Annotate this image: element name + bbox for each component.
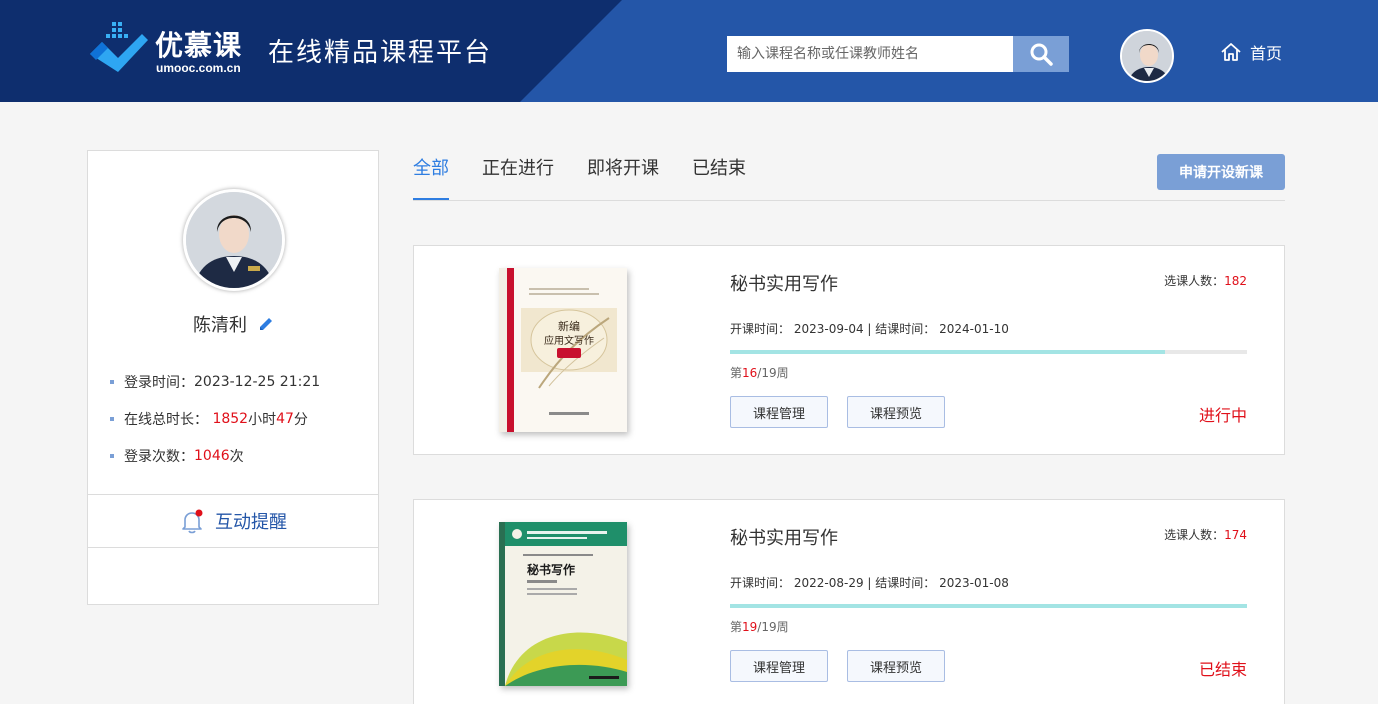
course-filter-tabs: 全部 正在进行 即将开课 已结束 — [413, 154, 779, 201]
minutes-unit: 分 — [293, 411, 308, 428]
user-portrait-icon — [1122, 31, 1172, 81]
online-duration-row: 在线总时长： 1852 小时 47 分 — [110, 400, 320, 437]
interaction-reminder-label: 互动提醒 — [215, 512, 287, 533]
course-title[interactable]: 秘书实用写作 — [730, 524, 838, 550]
bullet-icon — [110, 379, 114, 384]
end-date: 2023-01-08 — [939, 576, 1009, 590]
book-cover-icon: 秘书写作 — [499, 522, 627, 686]
course-week: 第19/19周 — [730, 620, 789, 634]
umooc-logo-icon[interactable] — [88, 20, 148, 80]
tab-in-progress[interactable]: 正在进行 — [482, 154, 554, 201]
bullet-icon — [110, 453, 114, 458]
top-header: 优慕课 umooc.com.cn 在线精品课程平台 首页 — [0, 0, 1378, 102]
tab-all[interactable]: 全部 — [413, 154, 449, 201]
edit-profile-button[interactable] — [257, 315, 275, 333]
course-progress-fill — [730, 350, 1166, 354]
enrollment-count: 选课人数：182 — [1164, 274, 1247, 288]
course-card: 新编 应用文写作 秘书实用写作 选课人数：182 开课时间： 2023-09-0… — [413, 245, 1285, 455]
divider — [88, 547, 378, 548]
course-dates: 开课时间： 2022-08-29 | 结课时间： 2023-01-08 — [730, 576, 1009, 590]
course-week: 第16/19周 — [730, 366, 789, 380]
online-hours: 1852 — [212, 410, 249, 427]
cover-title-text: 秘书写作 — [527, 562, 575, 577]
home-icon — [1221, 43, 1241, 61]
course-card: 秘书写作 秘书实用写作 选课人数：174 开课时间： 2022-08-29 | … — [413, 499, 1285, 704]
course-cover-image[interactable]: 新编 应用文写作 — [499, 268, 627, 432]
course-preview-button[interactable]: 课程预览 — [847, 396, 945, 428]
profile-name: 陈清利 — [193, 315, 247, 336]
login-count-label: 登录次数： — [124, 448, 194, 465]
course-cover-image[interactable]: 秘书写作 — [499, 522, 627, 686]
book-cover-icon: 新编 应用文写作 — [499, 268, 627, 432]
course-progress-bar — [730, 604, 1247, 608]
course-search-input[interactable] — [727, 36, 1013, 72]
user-portrait-icon — [186, 192, 282, 288]
login-time-row: 登录时间： 2023-12-25 21:21 — [110, 363, 320, 400]
header-user-avatar[interactable] — [1120, 29, 1174, 83]
profile-card: 陈清利 登录时间： 2023-12-25 21:21 在线总时长： 1852 小… — [87, 150, 379, 605]
tab-upcoming[interactable]: 即将开课 — [587, 154, 659, 201]
end-date: 2024-01-10 — [939, 322, 1009, 336]
tabs-divider — [413, 200, 1285, 201]
search-button[interactable] — [1013, 36, 1069, 72]
cover-title-text: 新编 — [558, 319, 580, 333]
login-count-unit: 次 — [229, 448, 244, 465]
enrollment-count: 选课人数：174 — [1164, 528, 1247, 542]
hours-unit: 小时 — [248, 411, 277, 428]
online-minutes: 47 — [276, 410, 294, 427]
home-link[interactable]: 首页 — [1220, 40, 1282, 64]
course-status: 已结束 — [1198, 660, 1247, 679]
course-progress-bar — [730, 350, 1247, 354]
start-date: 2022-08-29 — [793, 576, 864, 590]
course-manage-button[interactable]: 课程管理 — [730, 650, 828, 682]
course-manage-button[interactable]: 课程管理 — [730, 396, 828, 428]
course-status: 进行中 — [1198, 406, 1247, 425]
apply-new-course-button[interactable]: 申请开设新课 — [1157, 154, 1285, 190]
login-count-row: 登录次数： 1046 次 — [110, 437, 320, 474]
platform-title: 在线精品课程平台 — [268, 38, 493, 68]
course-title[interactable]: 秘书实用写作 — [730, 270, 838, 296]
brand-url: umooc.com.cn — [156, 61, 241, 75]
bullet-icon — [110, 416, 114, 421]
profile-stats: 登录时间： 2023-12-25 21:21 在线总时长： 1852 小时 47… — [110, 363, 320, 474]
bell-icon — [182, 509, 203, 534]
pencil-icon — [260, 318, 272, 330]
profile-avatar[interactable] — [183, 189, 285, 291]
course-preview-button[interactable]: 课程预览 — [847, 650, 945, 682]
course-dates: 开课时间： 2023-09-04 | 结课时间： 2024-01-10 — [730, 322, 1009, 336]
search-icon — [1030, 43, 1053, 66]
course-progress-fill — [730, 604, 1247, 608]
svg-text:应用文写作: 应用文写作 — [544, 334, 594, 347]
profile-name-row: 陈清利 — [88, 311, 380, 337]
tab-ended[interactable]: 已结束 — [692, 154, 746, 201]
start-date: 2023-09-04 — [793, 322, 864, 336]
home-label: 首页 — [1250, 44, 1283, 63]
online-duration-label: 在线总时长： — [124, 411, 208, 428]
login-time-value: 2023-12-25 21:21 — [194, 373, 321, 390]
interaction-reminder-link[interactable]: 互动提醒 — [88, 495, 378, 547]
login-time-label: 登录时间： — [124, 374, 194, 391]
login-count-value: 1046 — [194, 447, 230, 464]
brand-name: 优慕课 — [155, 29, 243, 62]
